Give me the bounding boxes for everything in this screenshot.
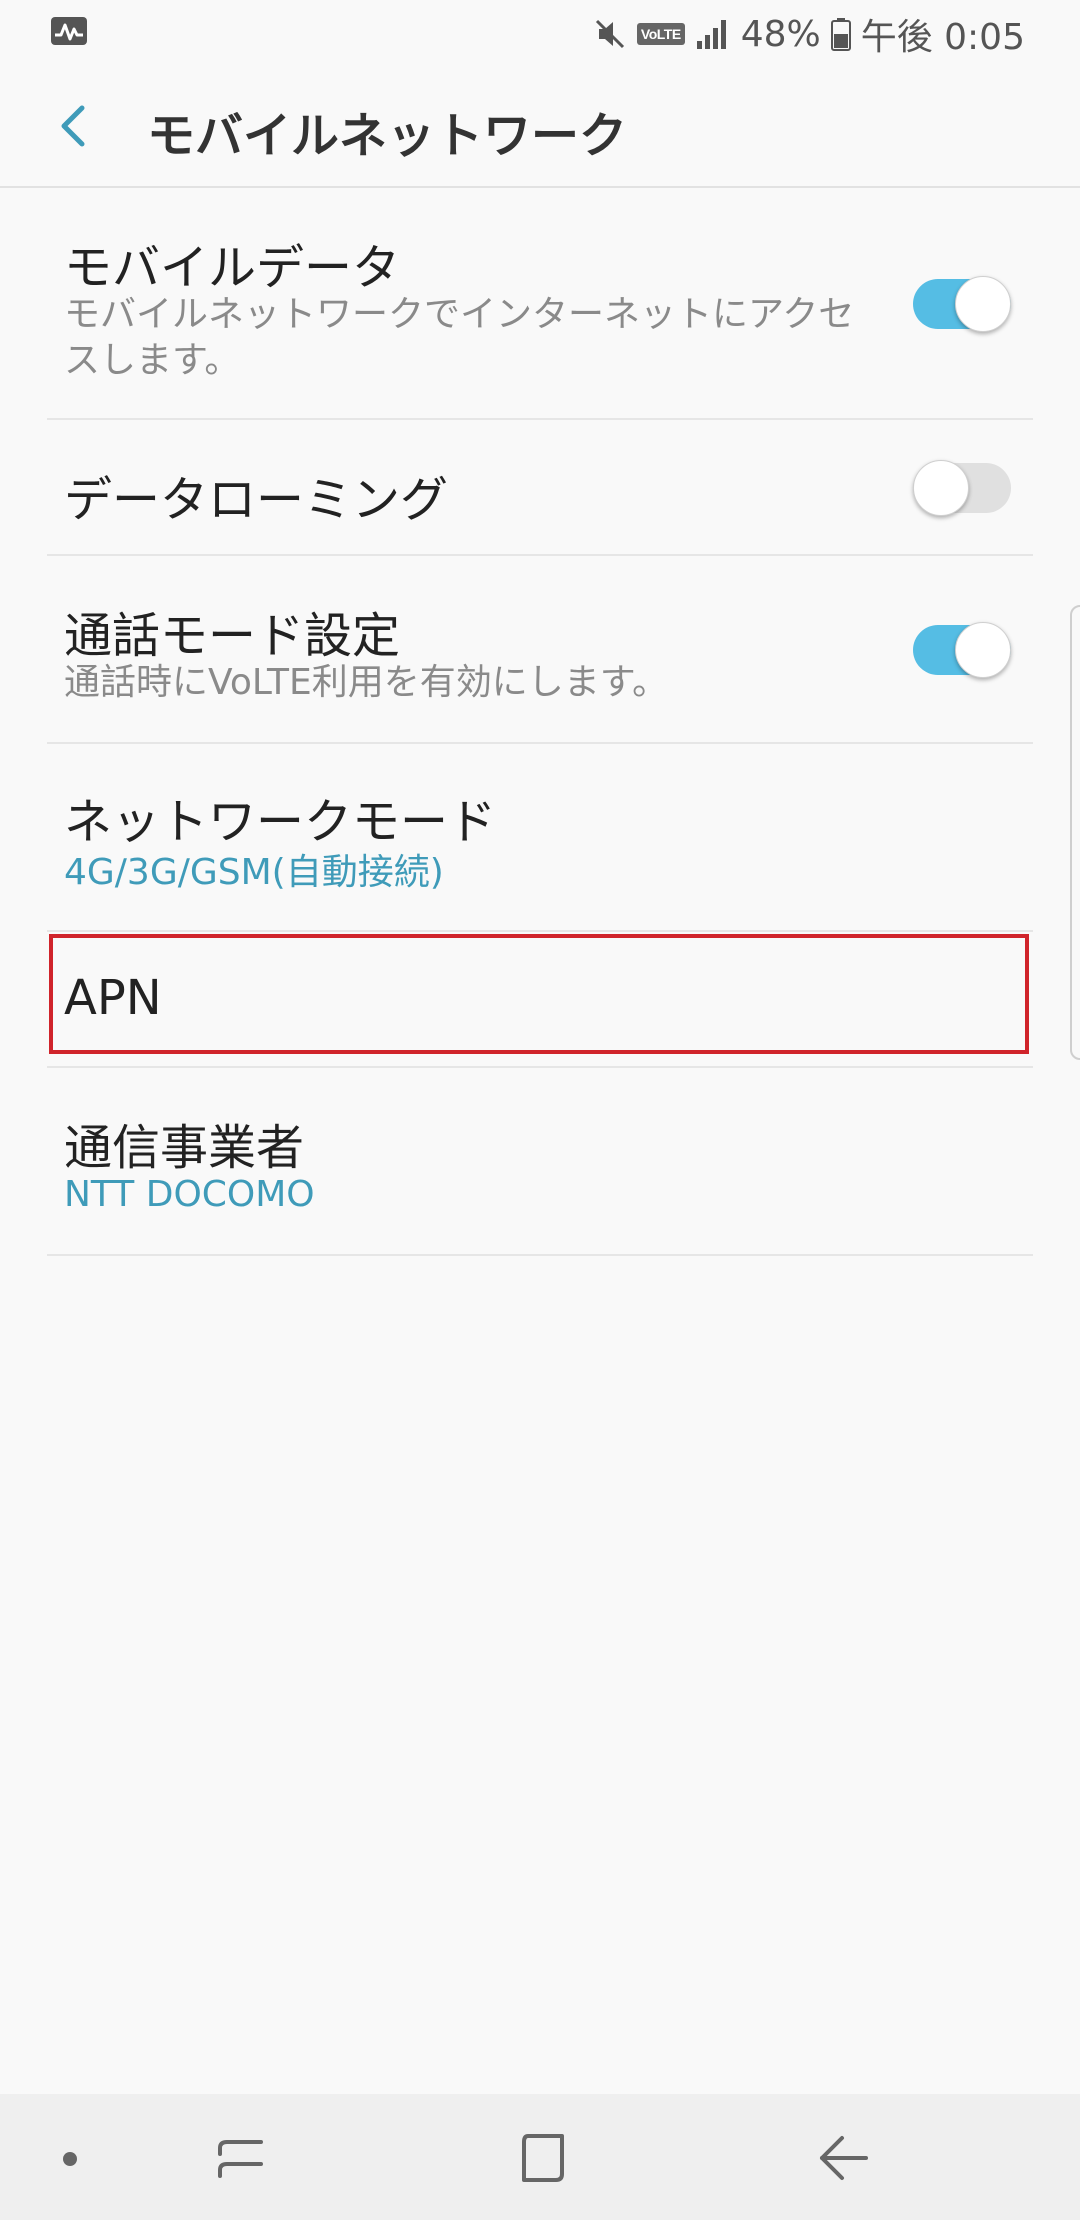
- page-title: モバイルネットワーク: [147, 108, 628, 164]
- setting-call-mode[interactable]: 通話モード設定 通話時にVoLTE利用を有効にします。: [47, 556, 1033, 744]
- battery-percent: 48%: [740, 13, 821, 55]
- app-bar: モバイルネットワーク: [0, 66, 1080, 186]
- scroll-indicator[interactable]: [1070, 605, 1080, 1060]
- data-roaming-toggle[interactable]: [913, 460, 1011, 516]
- toggle-thumb: [913, 460, 969, 516]
- chevron-left-icon[interactable]: [44, 96, 104, 156]
- status-bar: VoLTE 48% 午後 0:05: [0, 0, 1080, 66]
- setting-title: モバイルデータ: [64, 240, 401, 296]
- toggle-thumb: [955, 276, 1011, 332]
- home-icon[interactable]: [498, 2114, 588, 2204]
- volte-icon: VoLTE: [636, 23, 685, 45]
- setting-carrier[interactable]: 通信事業者 NTT DOCOMO: [47, 1068, 1033, 1256]
- activity-icon: [51, 17, 87, 45]
- setting-subtitle: 通話時にVoLTE利用を有効にします。: [64, 662, 669, 703]
- settings-list: モバイルデータ モバイルネットワークでインターネットにアクセスします。 データロ…: [47, 188, 1033, 1256]
- mute-icon: [595, 19, 624, 49]
- toggle-thumb: [955, 622, 1011, 678]
- mobile-data-toggle[interactable]: [913, 276, 1011, 332]
- setting-mobile-data[interactable]: モバイルデータ モバイルネットワークでインターネットにアクセスします。: [47, 188, 1033, 420]
- recent-apps-icon[interactable]: [195, 2114, 285, 2204]
- clock: 午後 0:05: [860, 17, 1025, 58]
- signal-icon: [696, 20, 726, 49]
- back-arrow-icon[interactable]: [800, 2114, 890, 2204]
- setting-network-mode[interactable]: ネットワークモード 4G/3G/GSM(自動接続): [47, 744, 1033, 932]
- setting-value: NTT DOCOMO: [64, 1174, 315, 1215]
- setting-data-roaming[interactable]: データローミング: [47, 420, 1033, 556]
- highlight-box: [49, 934, 1029, 1054]
- setting-apn[interactable]: APN: [47, 932, 1033, 1068]
- setting-title: ネットワークモード: [64, 794, 497, 850]
- setting-title: 通信事業者: [64, 1120, 305, 1176]
- navigation-bar: [0, 2094, 1080, 2220]
- setting-title: APN: [64, 970, 162, 1026]
- setting-subtitle: モバイルネットワークでインターネットにアクセスします。: [64, 294, 855, 381]
- battery-icon: [830, 18, 851, 51]
- setting-title: 通話モード設定: [64, 608, 401, 664]
- setting-title: データローミング: [64, 472, 449, 528]
- dot-icon[interactable]: [25, 2114, 115, 2204]
- setting-value: 4G/3G/GSM(自動接続): [64, 852, 444, 893]
- call-mode-toggle[interactable]: [913, 622, 1011, 678]
